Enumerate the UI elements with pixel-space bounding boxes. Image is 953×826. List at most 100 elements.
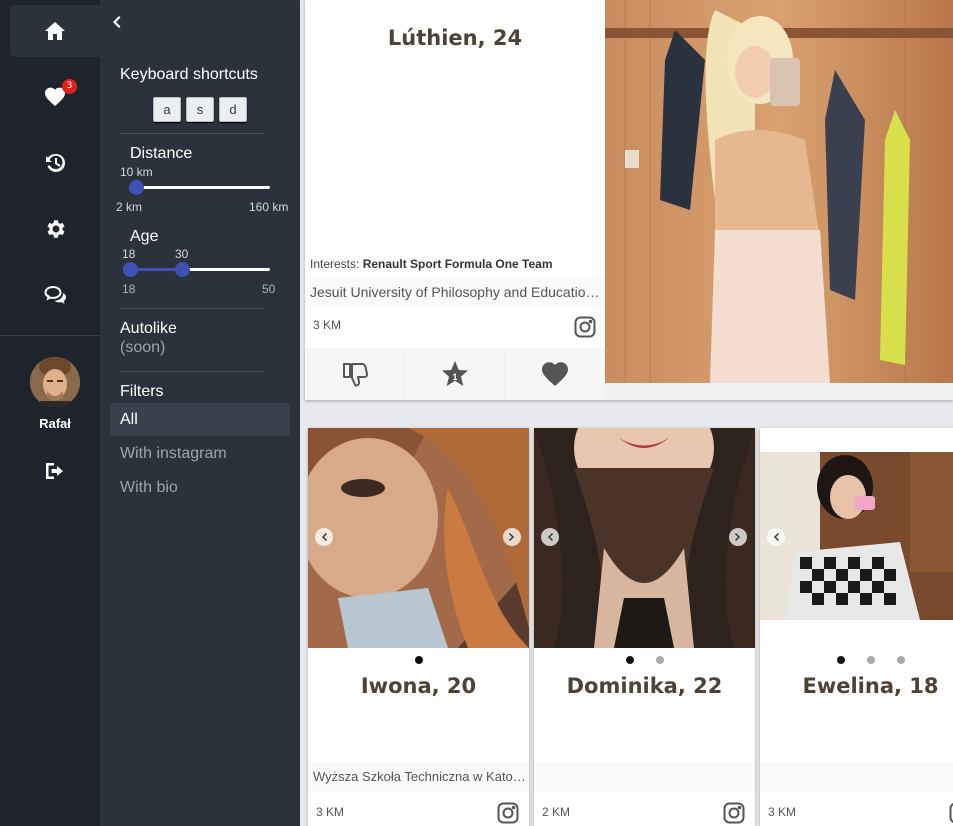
photo-dots bbox=[308, 656, 529, 664]
filter-with-bio[interactable]: With bio bbox=[110, 471, 290, 504]
divider bbox=[120, 371, 263, 372]
main-content: Lúthien, 24 Interests: Renault Sport For… bbox=[300, 0, 953, 826]
instagram-link[interactable] bbox=[948, 801, 953, 825]
thumbs-down-icon bbox=[342, 363, 368, 387]
icon-rail: 3 Rafał bbox=[0, 0, 100, 826]
star-icon: 1 bbox=[441, 361, 468, 386]
superlike-count: 1 bbox=[452, 372, 457, 382]
profile-card[interactable]: Dominika, 22 2 KM bbox=[534, 428, 755, 826]
logout-icon bbox=[46, 463, 63, 479]
instagram-link[interactable] bbox=[496, 801, 520, 825]
next-photo-button[interactable] bbox=[729, 528, 747, 546]
card-school bbox=[760, 762, 953, 792]
previous-photo-button[interactable] bbox=[315, 528, 333, 546]
profile-photo-image bbox=[605, 0, 953, 383]
home-button[interactable] bbox=[10, 5, 100, 57]
heart-icon bbox=[541, 362, 568, 386]
age-max: 50 bbox=[262, 282, 276, 296]
chevron-left-icon bbox=[322, 533, 327, 541]
profile-name: Lúthien, 24 bbox=[387, 26, 523, 50]
chevron-right-icon bbox=[509, 533, 514, 541]
likes-button[interactable]: 3 bbox=[10, 71, 100, 123]
history-icon bbox=[46, 153, 65, 172]
distance-title: Distance bbox=[130, 145, 193, 162]
featured-profile-card: Lúthien, 24 Interests: Renault Sport For… bbox=[305, 0, 953, 400]
card-school: Wyższa Szkoła Techniczna w Katowicach bbox=[308, 762, 529, 792]
filter-with-instagram[interactable]: With instagram bbox=[110, 437, 290, 470]
profile-actions: 1 bbox=[305, 348, 605, 400]
photo-dot[interactable] bbox=[866, 656, 875, 664]
rail-divider bbox=[0, 335, 100, 336]
key-d[interactable]: d bbox=[219, 97, 247, 122]
age-low-value: 18 bbox=[122, 247, 136, 261]
distance-value: 10 km bbox=[120, 165, 153, 179]
distance-min: 2 km bbox=[116, 200, 143, 214]
distance-slider[interactable] bbox=[137, 186, 270, 189]
like-button[interactable] bbox=[505, 348, 605, 400]
interests-value: Renault Sport Formula One Team bbox=[362, 257, 553, 271]
previous-photo-button[interactable] bbox=[767, 528, 785, 546]
divider bbox=[120, 133, 263, 134]
instagram-link[interactable] bbox=[722, 801, 746, 825]
settings-button[interactable] bbox=[10, 203, 100, 255]
photo-dot[interactable] bbox=[625, 656, 634, 664]
card-distance: 2 KM bbox=[542, 805, 571, 819]
chevron-left-icon bbox=[113, 16, 121, 28]
superlike-button[interactable]: 1 bbox=[405, 348, 505, 400]
age-slider-high-thumb[interactable] bbox=[175, 262, 190, 277]
card-distance: 3 KM bbox=[768, 805, 797, 819]
profile-school: Jesuit University of Philosophy and Educ… bbox=[305, 276, 605, 308]
photo-scrollbar[interactable] bbox=[605, 383, 953, 400]
collapse-panel-button[interactable] bbox=[108, 14, 128, 34]
messages-button[interactable] bbox=[10, 269, 100, 321]
chevron-left-icon bbox=[774, 533, 779, 541]
profile-distance: 3 KM bbox=[313, 318, 342, 332]
profile-card[interactable]: Ewelina, 18 3 KM bbox=[760, 428, 953, 826]
photo-dot[interactable] bbox=[896, 656, 905, 664]
likes-badge: 3 bbox=[62, 79, 77, 94]
card-name: Ewelina, 18 bbox=[802, 674, 939, 698]
instagram-link[interactable] bbox=[573, 315, 597, 339]
dislike-button[interactable] bbox=[305, 348, 405, 400]
instagram-icon bbox=[574, 316, 596, 338]
card-photo-image bbox=[760, 452, 953, 620]
profile-interests: Interests: Renault Sport Formula One Tea… bbox=[310, 257, 553, 271]
card-photo[interactable] bbox=[534, 428, 755, 648]
age-high-value: 30 bbox=[175, 247, 189, 261]
key-s[interactable]: s bbox=[186, 97, 214, 122]
age-min: 18 bbox=[122, 282, 136, 296]
card-photo[interactable] bbox=[308, 428, 529, 648]
profile-card[interactable]: Iwona, 20 Wyższa Szkoła Techniczna w Kat… bbox=[308, 428, 529, 826]
photo-dot[interactable] bbox=[414, 656, 423, 664]
filter-all[interactable]: All bbox=[110, 403, 290, 436]
distance-max: 160 km bbox=[249, 200, 289, 214]
filters-title: Filters bbox=[120, 383, 164, 400]
age-title: Age bbox=[130, 228, 159, 245]
chevron-left-icon bbox=[548, 533, 553, 541]
history-button[interactable] bbox=[10, 137, 100, 189]
chevron-right-icon bbox=[735, 533, 740, 541]
settings-panel: Keyboard shortcuts a s d Distance 10 km … bbox=[100, 0, 300, 826]
next-photo-button[interactable] bbox=[503, 528, 521, 546]
interests-label: Interests: bbox=[310, 257, 360, 271]
card-name: Iwona, 20 bbox=[360, 674, 477, 698]
username: Rafał bbox=[39, 416, 71, 431]
key-a[interactable]: a bbox=[153, 97, 181, 122]
instagram-icon bbox=[723, 802, 745, 824]
avatar-image bbox=[30, 357, 80, 407]
photo-dots bbox=[760, 656, 953, 664]
card-photo[interactable] bbox=[760, 452, 953, 620]
divider bbox=[120, 308, 263, 309]
photo-dot[interactable] bbox=[655, 656, 664, 664]
instagram-icon bbox=[949, 803, 953, 823]
profile-photo[interactable] bbox=[605, 0, 953, 383]
autolike-title: Autolike bbox=[120, 320, 177, 337]
age-slider-low-thumb[interactable] bbox=[123, 262, 138, 277]
logout-button[interactable] bbox=[10, 445, 100, 497]
card-photo-image bbox=[308, 428, 529, 648]
keyboard-shortcuts-title: Keyboard shortcuts bbox=[120, 66, 258, 83]
distance-slider-thumb[interactable] bbox=[129, 180, 144, 195]
previous-photo-button[interactable] bbox=[541, 528, 559, 546]
photo-dot[interactable] bbox=[836, 656, 845, 664]
avatar[interactable] bbox=[30, 357, 80, 407]
